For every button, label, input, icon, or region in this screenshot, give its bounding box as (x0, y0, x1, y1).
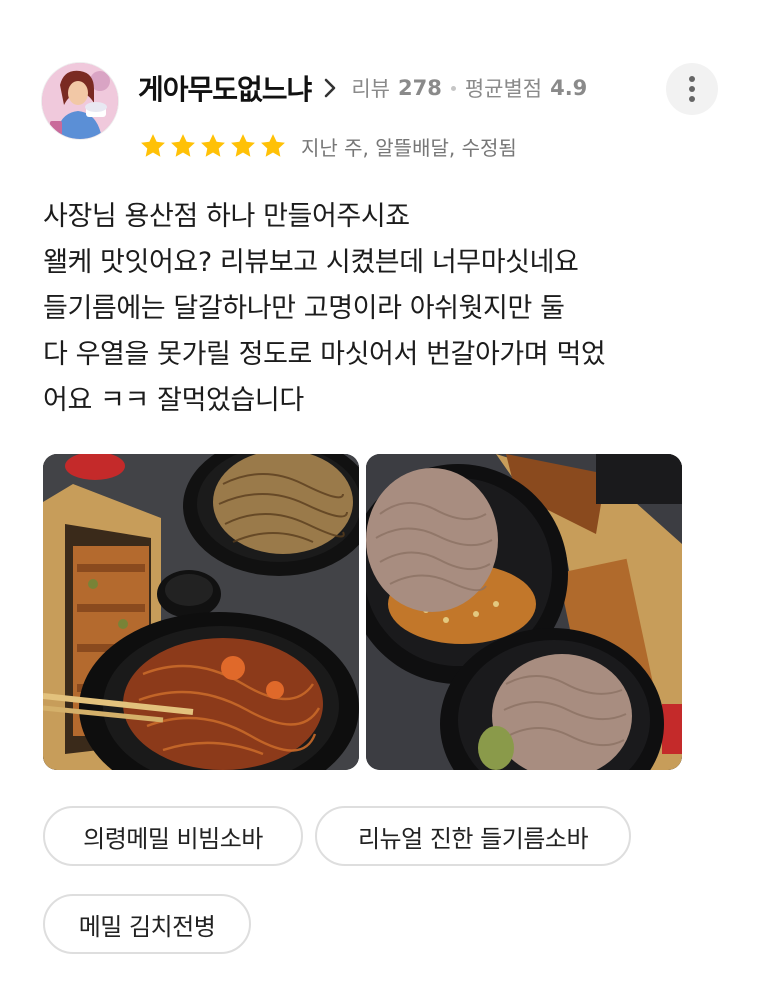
menu-tag-chip[interactable]: 의령메밀 비빔소바 (43, 806, 303, 866)
separator-dot (450, 85, 456, 91)
rating-row: 지난 주, 알뜰배달, 수정됨 (139, 130, 517, 162)
review-line: 다 우열을 못가릴 정도로 마싯어서 번갈아가며 먹었 (43, 339, 606, 370)
star-icon (201, 134, 225, 157)
avg-rating-label: 평균별점 (464, 77, 543, 101)
author-row: 게아무도없느냐 리뷰 278 평균별점 4.9 (138, 68, 587, 108)
review-count-label: 리뷰 (351, 77, 390, 101)
review-text: 사장님 용산점 하나 만들어주시죠 왤케 맛잇어요? 리뷰보고 시켰븐데 너무마… (43, 194, 723, 424)
star-icon (261, 134, 285, 157)
star-icon (171, 134, 195, 157)
chevron-right-icon[interactable] (323, 77, 337, 99)
avg-rating: 4.9 (550, 76, 588, 100)
avatar[interactable] (42, 63, 118, 139)
star-icon (141, 134, 165, 157)
more-options-button[interactable] (666, 63, 718, 115)
menu-tag-chip[interactable]: 메밀 김치전병 (43, 894, 251, 954)
review-count: 278 (397, 76, 442, 100)
review-line: 들기름에는 달갈하나만 고명이라 아쉬웟지만 둘 (43, 293, 565, 324)
author-name[interactable]: 게아무도없느냐 (138, 68, 312, 108)
review-photo[interactable] (43, 454, 359, 770)
review-line: 왤케 맛잇어요? 리뷰보고 시켰븐데 너무마싯네요 (43, 247, 579, 278)
author-stats: 리뷰 278 평균별점 4.9 (351, 73, 587, 103)
food-photo-perilla-soba (366, 454, 682, 770)
review-meta: 지난 주, 알뜰배달, 수정됨 (301, 135, 517, 160)
menu-tag-chip[interactable]: 리뉴얼 진한 들기름소바 (315, 806, 631, 866)
review-line: 어요 ㅋㅋ 잘먹었습니다 (43, 385, 304, 416)
food-photo-bibim-soba (43, 454, 359, 770)
avatar-image (42, 63, 118, 139)
star-icon (231, 134, 255, 157)
star-rating (139, 132, 287, 160)
more-vertical-icon (689, 76, 695, 102)
review-line: 사장님 용산점 하나 만들어주시죠 (43, 201, 410, 232)
review-photo[interactable] (366, 454, 682, 770)
